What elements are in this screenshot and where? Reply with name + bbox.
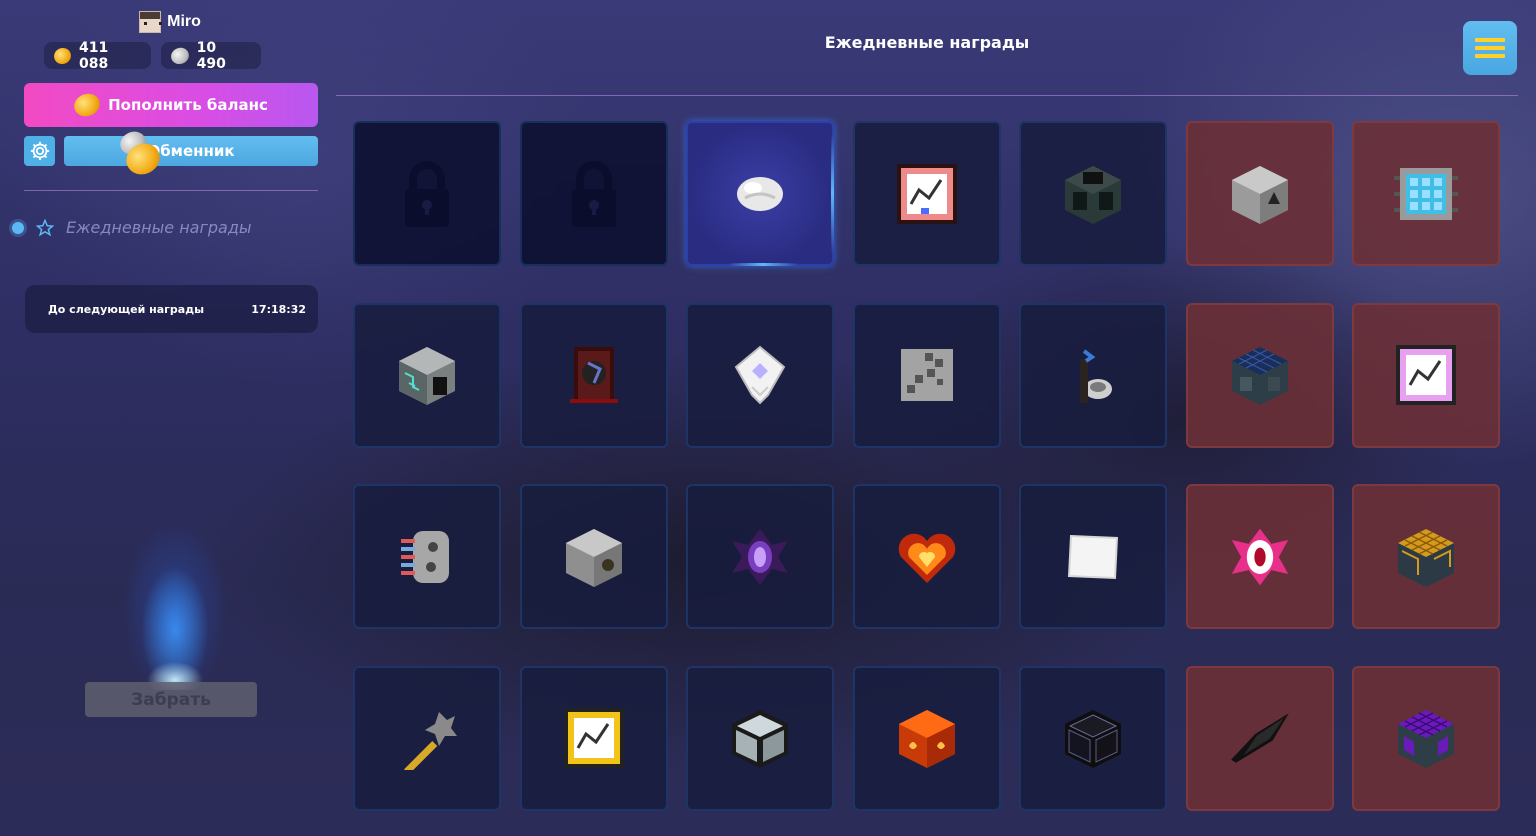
reward-cell-day-20[interactable] — [1185, 484, 1334, 629]
reward-cell-day-18[interactable] — [852, 484, 1001, 629]
reward-cell-day-24[interactable] — [686, 665, 834, 811]
reward-cell-day-23[interactable] — [519, 665, 668, 811]
wand-icon — [395, 706, 459, 770]
locked-icon — [562, 160, 626, 227]
black-frame-block-icon — [1061, 706, 1125, 770]
balances: 411 088 10 490 — [44, 39, 261, 72]
teal-circuit-block-icon — [395, 343, 459, 407]
reward-cell-day-12[interactable] — [1019, 302, 1167, 448]
timer-value: 17:18:32 — [251, 302, 306, 316]
reward-cell-day-13[interactable] — [1185, 302, 1334, 448]
reward-cell-day-22[interactable] — [353, 665, 501, 811]
user-name: Miro — [167, 13, 201, 30]
avatar — [139, 11, 163, 33]
active-indicator-dot — [12, 221, 24, 234]
stone-gear-block-icon — [562, 525, 626, 589]
timer-label: До следующей награды — [48, 302, 205, 316]
reward-cell-day-8[interactable] — [353, 302, 501, 448]
sidebar-divider — [24, 190, 318, 191]
stone-arrow-block-icon — [1228, 162, 1292, 226]
reward-cell-day-9[interactable] — [519, 302, 668, 448]
white-crystal-icon — [728, 343, 792, 407]
crystal-glow-decoration — [95, 500, 255, 690]
menu-button[interactable] — [1463, 21, 1517, 75]
reward-cell-day-5[interactable] — [1019, 121, 1167, 266]
nav-item-daily-rewards[interactable]: Ежедневные награды — [12, 218, 252, 237]
gold-coin-icon — [71, 90, 104, 120]
claim-button[interactable]: Забрать — [85, 682, 257, 717]
reward-cell-day-25[interactable] — [852, 665, 1001, 811]
reward-cell-day-7[interactable] — [1352, 121, 1500, 266]
silver-coin-icon — [168, 44, 191, 67]
exchange-button[interactable]: Обменник — [64, 136, 318, 166]
white-tile-icon — [1061, 525, 1125, 589]
reward-cell-day-3[interactable] — [686, 121, 834, 266]
pedestal-icon — [1061, 343, 1125, 407]
dark-spellbook-icon — [562, 343, 626, 407]
fire-heart-icon — [895, 525, 959, 589]
reward-cell-day-14[interactable] — [1352, 302, 1500, 448]
reward-cell-day-2[interactable] — [519, 121, 668, 266]
glass-frame-block-icon — [728, 706, 792, 770]
gold-gauge-icon — [562, 706, 626, 770]
reward-cell-day-15[interactable] — [353, 484, 501, 629]
sidebar: Miro 411 088 10 490 Пополнить баланс Обм… — [0, 0, 336, 836]
reward-cell-day-21[interactable] — [1352, 484, 1500, 629]
reward-cell-day-16[interactable] — [519, 484, 668, 629]
user-info: Miro — [0, 11, 340, 33]
gray-plate-icon — [895, 343, 959, 407]
reward-cell-day-1[interactable] — [353, 121, 501, 266]
pink-gauge-icon — [895, 162, 959, 226]
purple-eye-icon — [728, 525, 792, 589]
reward-cell-day-11[interactable] — [852, 302, 1001, 448]
reward-cell-day-19[interactable] — [1019, 484, 1167, 629]
reward-cell-day-27[interactable] — [1185, 665, 1334, 811]
obsidian-shard-icon — [1228, 706, 1292, 770]
reward-cell-day-6[interactable] — [1185, 121, 1334, 266]
gear-icon — [30, 141, 49, 161]
gear-component-icon — [395, 525, 459, 589]
purple-grid-block-icon — [1394, 706, 1458, 770]
red-eye-icon — [1228, 525, 1292, 589]
topup-balance-button[interactable]: Пополнить баланс — [24, 83, 318, 127]
settings-button[interactable] — [24, 136, 55, 166]
silver-balance: 10 490 — [161, 39, 261, 72]
gold-grid-block-icon — [1394, 525, 1458, 589]
reward-cell-day-17[interactable] — [686, 484, 834, 629]
locked-icon — [395, 160, 459, 227]
next-reward-timer: До следующей награды 17:18:32 — [25, 285, 318, 333]
dark-machine-block-icon — [1061, 162, 1125, 226]
silver-orb-icon — [728, 162, 792, 226]
reward-cell-day-26[interactable] — [1019, 665, 1167, 811]
rewards-grid — [353, 121, 1500, 811]
header-divider — [336, 95, 1518, 96]
reward-cell-day-28[interactable] — [1352, 665, 1500, 811]
topup-balance-label: Пополнить баланс — [108, 96, 268, 114]
magenta-gauge-icon — [1394, 343, 1458, 407]
gold-coin-icon — [51, 45, 74, 66]
lava-block-icon — [895, 706, 959, 770]
solar-panel-block-icon — [1228, 343, 1292, 407]
nav-item-label: Ежедневные награды — [66, 218, 252, 237]
reward-cell-day-4[interactable] — [852, 121, 1001, 266]
exchange-label: Обменник — [147, 142, 235, 160]
reward-cell-day-10[interactable] — [686, 302, 834, 448]
silver-balance-value: 10 490 — [196, 39, 226, 72]
cyan-grid-chip-icon — [1394, 162, 1458, 226]
gold-balance: 411 088 — [44, 39, 151, 72]
gold-balance-value: 411 088 — [79, 39, 109, 72]
star-icon — [36, 218, 54, 236]
page-title: Ежедневные награды — [824, 33, 1030, 52]
